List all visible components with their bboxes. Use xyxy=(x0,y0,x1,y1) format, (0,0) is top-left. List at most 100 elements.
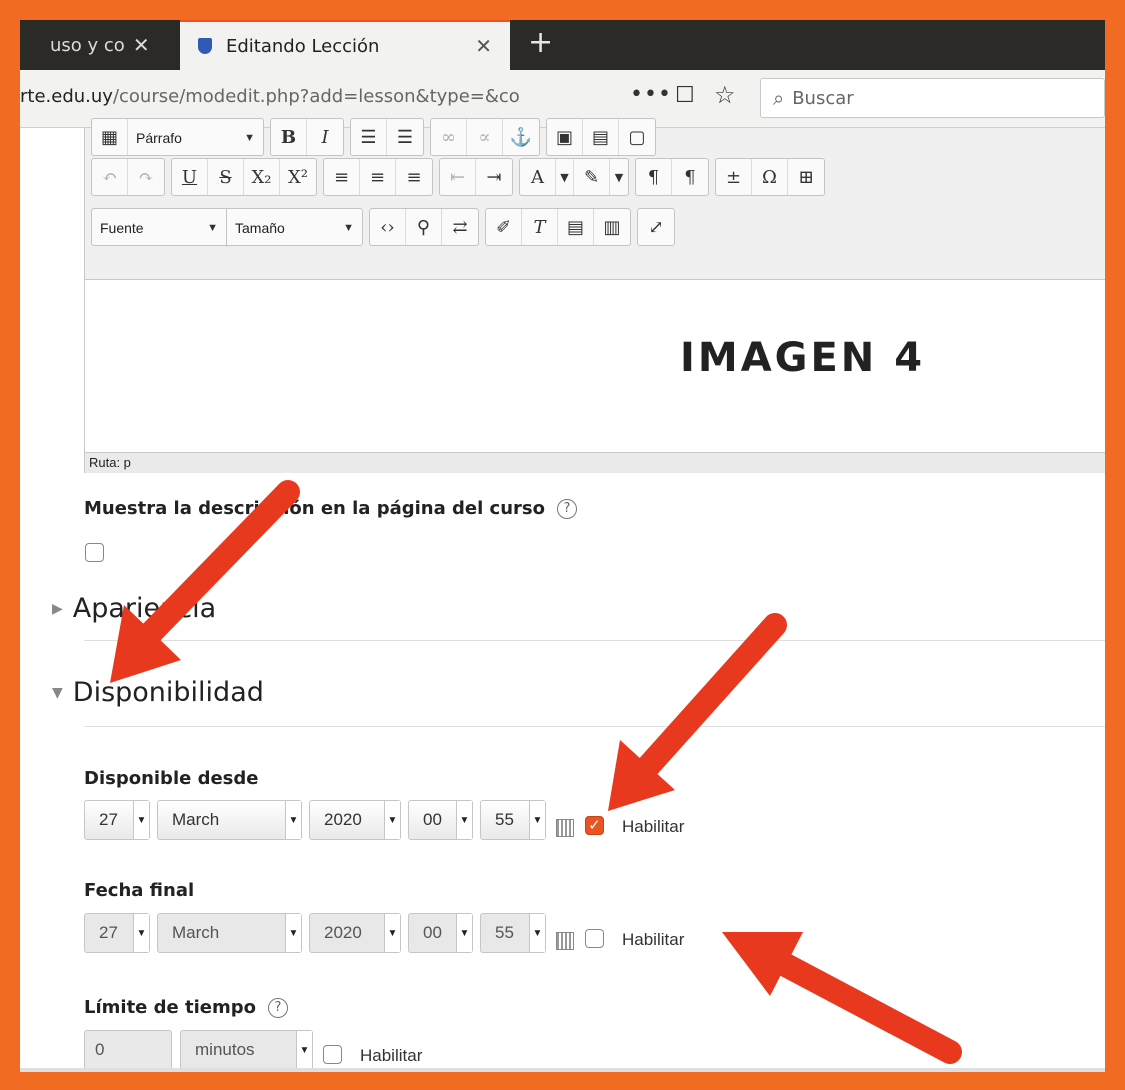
numbered-list-icon[interactable]: ☰ xyxy=(387,119,423,155)
editor-path-bar: Ruta: p xyxy=(85,452,1105,473)
italic-icon[interactable]: I xyxy=(307,119,343,155)
time-limit-enable-checkbox[interactable] xyxy=(323,1045,342,1064)
section-title: Disponibilidad xyxy=(72,677,264,708)
undo-icon[interactable]: ↶ xyxy=(92,159,128,195)
link-icon[interactable]: ∞ xyxy=(431,119,467,155)
calendar-icon[interactable] xyxy=(556,819,574,837)
available-from-year-select[interactable]: 2020 ▼ xyxy=(309,800,401,840)
font-family-select[interactable]: Fuente ▼ xyxy=(92,209,227,247)
new-tab-icon[interactable]: + xyxy=(528,26,553,60)
paste-text-icon[interactable]: ▤ xyxy=(558,209,594,245)
subscript-icon[interactable]: X₂ xyxy=(244,159,280,195)
toolbar-row-2: ↶ ↷ U S X₂ X² ≡ ≡ ≡ ⇤ ⇥ A ▼ ✎ ▼ ¶ ¶ ± Ω … xyxy=(91,158,825,196)
deadline-year-select[interactable]: 2020 ▼ xyxy=(309,913,401,953)
tab-previous[interactable]: uso y co ✕ xyxy=(20,20,180,70)
source-code-icon[interactable]: ‹› xyxy=(370,209,406,245)
time-limit-enable-label: Habilitar xyxy=(360,1046,423,1065)
chevron-down-icon: ▼ xyxy=(384,914,400,952)
chevron-down-icon[interactable]: ▼ xyxy=(610,159,628,195)
outdent-icon[interactable]: ⇤ xyxy=(440,159,476,195)
background-color-icon[interactable]: ✎ xyxy=(574,159,610,195)
available-from-hour-select[interactable]: 00 ▼ xyxy=(408,800,473,840)
time-limit-label: Límite de tiempo? xyxy=(84,997,288,1018)
bold-icon[interactable]: B xyxy=(271,119,307,155)
font-size-select[interactable]: Tamaño ▼ xyxy=(227,209,362,247)
remove-format-icon[interactable]: T xyxy=(522,209,558,245)
fullscreen-icon[interactable]: ⤢ xyxy=(638,209,674,245)
show-description-checkbox[interactable] xyxy=(85,543,104,562)
help-icon[interactable]: ? xyxy=(268,998,288,1018)
time-limit-unit-select[interactable]: minutos ▼ xyxy=(180,1030,313,1070)
select-value: 55 xyxy=(495,923,514,942)
moodle-favicon-icon xyxy=(198,38,212,54)
deadline-month-select[interactable]: March ▼ xyxy=(157,913,302,953)
available-from-day-select[interactable]: 27 ▼ xyxy=(84,800,150,840)
group-text-style: B I xyxy=(270,118,344,156)
bookmark-star-icon[interactable]: ☆ xyxy=(714,81,736,109)
combo-label: Fuente xyxy=(100,220,144,236)
deadline-hour-select[interactable]: 00 ▼ xyxy=(408,913,473,953)
section-availability[interactable]: ▼ Disponibilidad xyxy=(52,677,264,708)
group-indent: ⇤ ⇥ xyxy=(439,158,513,196)
underline-icon[interactable]: U xyxy=(172,159,208,195)
bulleted-list-icon[interactable]: ☰ xyxy=(351,119,387,155)
available-from-enable-checkbox[interactable]: ✓ xyxy=(585,816,604,835)
deadline-minute-select[interactable]: 55 ▼ xyxy=(480,913,546,953)
image-icon[interactable]: ▣ xyxy=(547,119,583,155)
deadline-label: Fecha final xyxy=(84,880,195,901)
chevron-down-icon: ▼ xyxy=(133,801,149,839)
tab-active-lesson[interactable]: Editando Lección ✕ xyxy=(180,20,510,70)
section-appearance[interactable]: ▶ Apariencia xyxy=(52,593,216,624)
media-icon[interactable]: ▤ xyxy=(583,119,619,155)
pocket-icon[interactable]: ☐ xyxy=(675,83,695,108)
close-tab-icon[interactable]: ✕ xyxy=(475,34,492,58)
group-format: ▦ Párrafo ▼ xyxy=(91,118,264,156)
ltr-icon[interactable]: ¶ xyxy=(636,159,672,195)
rtl-icon[interactable]: ¶ xyxy=(672,159,708,195)
editor-content-area[interactable]: IMAGEN 4 xyxy=(85,280,1105,452)
align-right-icon[interactable]: ≡ xyxy=(396,159,432,195)
replace-icon[interactable]: ⇄ xyxy=(442,209,478,245)
deadline-day-select[interactable]: 27 ▼ xyxy=(84,913,150,953)
paragraph-format-select[interactable]: Párrafo ▼ xyxy=(128,119,263,157)
indent-icon[interactable]: ⇥ xyxy=(476,159,512,195)
anchor-icon[interactable]: ⚓ xyxy=(503,119,539,155)
chevron-down-icon: ▼ xyxy=(285,801,301,839)
special-char-icon[interactable]: Ω xyxy=(752,159,788,195)
close-tab-icon[interactable]: ✕ xyxy=(133,33,150,57)
time-limit-input[interactable]: 0 xyxy=(84,1030,172,1070)
toolbar-row-1: ▦ Párrafo ▼ B I ☰ ☰ ∞ ∝ ⚓ ▣ ▤ ▢ xyxy=(91,118,656,156)
select-value: 27 xyxy=(99,810,118,829)
paste-word-icon[interactable]: ▥ xyxy=(594,209,630,245)
show-blocks-icon[interactable]: ▦ xyxy=(92,119,128,155)
file-icon[interactable]: ▢ xyxy=(619,119,655,155)
chevron-down-icon: ▼ xyxy=(296,1031,312,1069)
chevron-down-icon[interactable]: ▼ xyxy=(556,159,574,195)
page-actions-icon[interactable]: ••• xyxy=(630,82,672,107)
search-input[interactable]: ⌕ Buscar xyxy=(760,78,1105,118)
text-color-icon[interactable]: A xyxy=(520,159,556,195)
available-from-minute-select[interactable]: 55 ▼ xyxy=(480,800,546,840)
chevron-down-icon: ▼ xyxy=(133,914,149,952)
find-icon[interactable]: ⚲ xyxy=(406,209,442,245)
chevron-down-icon: ▼ xyxy=(343,222,354,234)
align-left-icon[interactable]: ≡ xyxy=(324,159,360,195)
available-from-month-select[interactable]: March ▼ xyxy=(157,800,302,840)
clean-html-icon[interactable]: ✐ xyxy=(486,209,522,245)
table-icon[interactable]: ⊞ xyxy=(788,159,824,195)
align-center-icon[interactable]: ≡ xyxy=(360,159,396,195)
calendar-icon[interactable] xyxy=(556,932,574,950)
superscript-icon[interactable]: X² xyxy=(280,159,316,195)
deadline-enable-label: Habilitar xyxy=(622,930,685,949)
deadline-enable-checkbox[interactable] xyxy=(585,929,604,948)
url-field[interactable]: rte.edu.uy/course/modedit.php?add=lesson… xyxy=(20,86,580,107)
divider xyxy=(84,726,1105,727)
chevron-down-icon: ▼ xyxy=(384,801,400,839)
unlink-icon[interactable]: ∝ xyxy=(467,119,503,155)
strikethrough-icon[interactable]: S xyxy=(208,159,244,195)
help-icon[interactable]: ? xyxy=(556,499,577,519)
url-host: rte.edu.uy xyxy=(20,86,113,107)
section-title: Apariencia xyxy=(72,593,217,624)
insert-equation-icon[interactable]: ± xyxy=(716,159,752,195)
redo-icon[interactable]: ↷ xyxy=(128,159,164,195)
